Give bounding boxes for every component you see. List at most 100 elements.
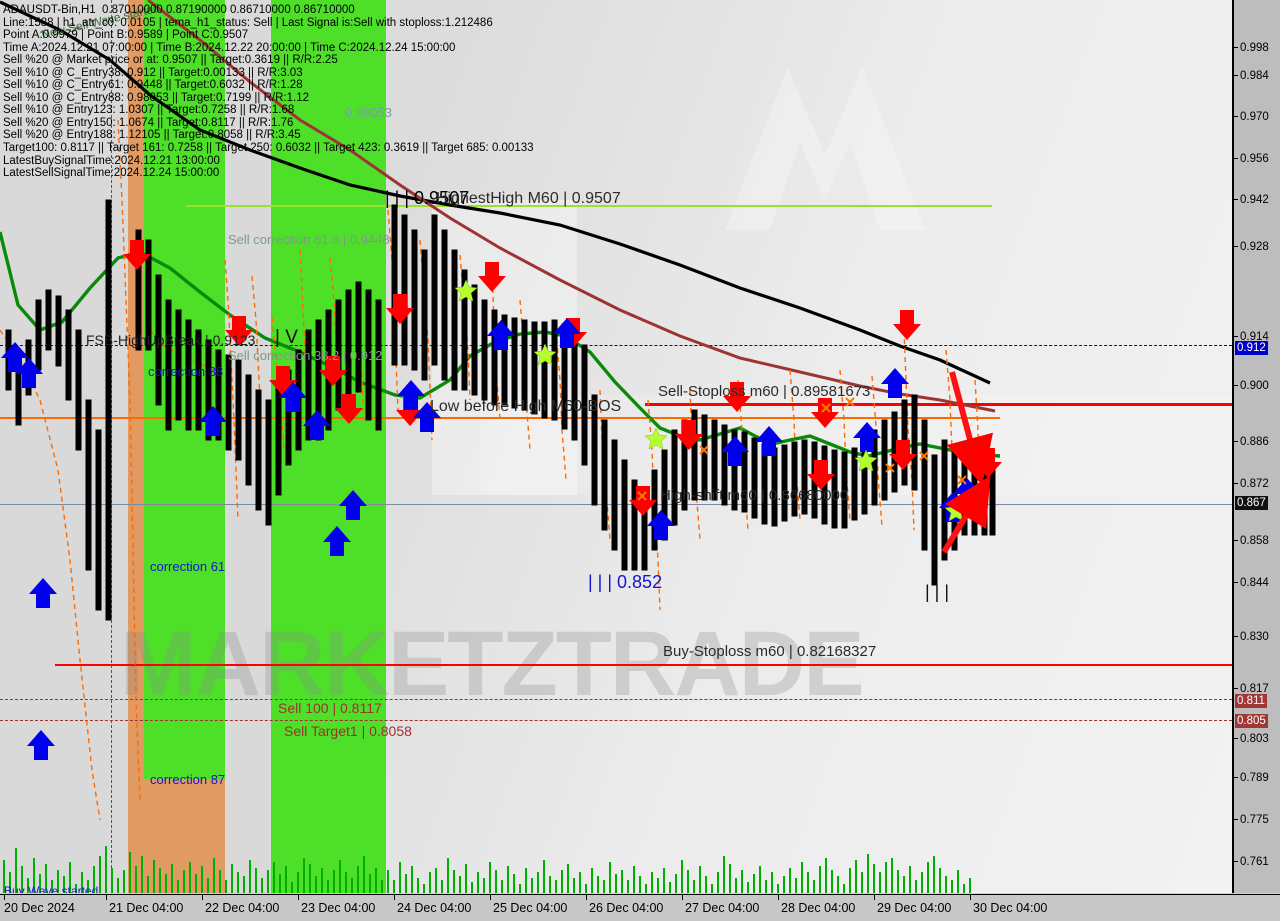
price-tick-label: 0.928 bbox=[1240, 241, 1269, 253]
price-tick-label: 0.858 bbox=[1240, 535, 1269, 547]
chart-info-header: ADAUSDT-Bin,H1 0.87010000 0.87190000 0.8… bbox=[3, 4, 534, 180]
tick-mark bbox=[1234, 636, 1238, 637]
buy-stoploss-m60: Buy-Stoploss m60 | 0.82168327 bbox=[663, 643, 877, 660]
chart-plot-area[interactable]: MARKETZTRADE New Sell Wave started 0.980… bbox=[0, 0, 1233, 893]
sell-100-badge[interactable]: 0.811 bbox=[1235, 694, 1267, 708]
price-tick-label: 0.900 bbox=[1240, 380, 1269, 392]
time-tick-mark bbox=[394, 895, 395, 900]
time-tick-label: 21 Dec 04:00 bbox=[109, 901, 184, 915]
price-tick: 0.900 bbox=[1234, 380, 1280, 392]
price-tick-label: 0.886 bbox=[1240, 436, 1269, 448]
tick-mark bbox=[1234, 441, 1238, 442]
impulse-arrow-down bbox=[946, 371, 994, 486]
time-tick-label: 29 Dec 04:00 bbox=[877, 901, 952, 915]
time-tick-mark bbox=[4, 895, 5, 900]
high-shift-m60: High-shift m60 | 0.86680000 bbox=[660, 487, 849, 504]
time-tick-mark bbox=[490, 895, 491, 900]
time-tick-mark bbox=[298, 895, 299, 900]
price-tick: 0.998 bbox=[1234, 42, 1280, 54]
header-line-5: Sell %10 @ C_Entry38: 0.912 || Target:0.… bbox=[3, 66, 303, 79]
price-tick: 0.872 bbox=[1234, 478, 1280, 490]
price-tick-label: 0.761 bbox=[1240, 856, 1269, 868]
fsb-high-up-break: FSB-HighUpBreak | 0.9123 bbox=[86, 332, 256, 348]
price-tick-label: 0.998 bbox=[1240, 42, 1269, 54]
trading-chart-window: MARKETZTRADE New Sell Wave started 0.980… bbox=[0, 0, 1280, 921]
time-tick-label: 25 Dec 04:00 bbox=[493, 901, 568, 915]
sell-target1: Sell Target1 | 0.8058 bbox=[284, 723, 412, 739]
price-tick-label: 0.970 bbox=[1240, 111, 1269, 123]
header-line-7: Sell %10 @ C_Entry88: 0.98053 || Target:… bbox=[3, 91, 309, 104]
tick-mark bbox=[1234, 158, 1238, 159]
price-tick: 0.928 bbox=[1234, 241, 1280, 253]
header-line-4: Sell %20 @ Market price or at: 0.9507 ||… bbox=[3, 54, 338, 67]
time-tick-label: 20 Dec 2024 bbox=[4, 901, 75, 915]
price-tick: 0.858 bbox=[1234, 535, 1280, 547]
tick-mark bbox=[1234, 688, 1238, 689]
time-tick-mark bbox=[106, 895, 107, 900]
header-line-10: Sell %20 @ Entry188: 1.12105 || Target:0… bbox=[3, 129, 301, 142]
tick-mark bbox=[1234, 47, 1238, 48]
price-tick: 0.942 bbox=[1234, 194, 1280, 206]
price-tick: 0.789 bbox=[1234, 772, 1280, 784]
price-tick: 0.761 bbox=[1234, 856, 1280, 868]
tick-mark bbox=[1234, 199, 1238, 200]
price-tick-label: 0.984 bbox=[1240, 70, 1269, 82]
time-tick-mark bbox=[778, 895, 779, 900]
header-line-2: Point A:0.9979 | Point B:0.9589 | Point … bbox=[3, 29, 249, 42]
tick-mark bbox=[1234, 861, 1238, 862]
header-line-1: Line:1588 | h1_atr_c0: 0.0105 | tema_h1_… bbox=[3, 16, 493, 29]
volume-bars bbox=[3, 846, 971, 893]
price-tick: 0.956 bbox=[1234, 153, 1280, 165]
time-tick-label: 23 Dec 04:00 bbox=[301, 901, 376, 915]
tick-mark bbox=[1234, 738, 1238, 739]
price-tick-label: 0.803 bbox=[1240, 733, 1269, 745]
time-tick-label: 24 Dec 04:00 bbox=[397, 901, 472, 915]
time-tick-label: 30 Dec 04:00 bbox=[973, 901, 1048, 915]
tick-mark bbox=[1234, 246, 1238, 247]
price-tick: 0.970 bbox=[1234, 111, 1280, 123]
low-before-high-m60-bos: Low before High M60-BOS bbox=[430, 398, 622, 415]
time-tick-label: 27 Dec 04:00 bbox=[685, 901, 760, 915]
header-line-11: Target100: 0.8117 || Target 161: 0.7258 … bbox=[3, 142, 534, 155]
tick-mark bbox=[1234, 819, 1238, 820]
time-tick-mark bbox=[970, 895, 971, 900]
time-tick-label: 26 Dec 04:00 bbox=[589, 901, 664, 915]
price-tick-label: 0.942 bbox=[1240, 194, 1269, 206]
last-price-badge[interactable]: 0.867 bbox=[1235, 496, 1268, 510]
tick-mark bbox=[1234, 75, 1238, 76]
sell-correction-382: Sell correction 38.2 | 0.912 bbox=[228, 348, 383, 363]
time-tick-label: 28 Dec 04:00 bbox=[781, 901, 856, 915]
time-tick-mark bbox=[682, 895, 683, 900]
correction-87: correction 87 bbox=[150, 772, 226, 787]
time-tick-mark bbox=[874, 895, 875, 900]
tick-mark bbox=[1234, 385, 1238, 386]
price-axis[interactable]: 0.998 0.984 0.970 0.956 0.942 0.928 0.914 0.900… bbox=[1233, 0, 1280, 893]
time-tick-label: 22 Dec 04:00 bbox=[205, 901, 280, 915]
header-line-8: Sell %10 @ Entry123: 1.0307 || Target:0.… bbox=[3, 104, 295, 117]
bid-price-badge[interactable]: 0.912 bbox=[1235, 341, 1268, 355]
price-tick-label: 0.844 bbox=[1240, 577, 1269, 589]
correction-38: correction 38 bbox=[148, 364, 224, 379]
price-tick: 0.803 bbox=[1234, 733, 1280, 745]
sell-target1-badge[interactable]: 0.805 bbox=[1235, 714, 1268, 728]
sell-correction-618: Sell correction 61.8 | 0.9448 bbox=[228, 232, 390, 247]
time-tick-mark bbox=[586, 895, 587, 900]
tick-mark bbox=[1234, 116, 1238, 117]
tick-mark bbox=[1234, 540, 1238, 541]
price-tick-label: 0.830 bbox=[1240, 631, 1269, 643]
low-marker-right: | | | bbox=[925, 582, 950, 602]
tick-mark bbox=[1234, 483, 1238, 484]
low-v-marker: | V bbox=[275, 327, 298, 348]
price-tick-label: 0.872 bbox=[1240, 478, 1269, 490]
price-tick: 0.775 bbox=[1234, 814, 1280, 826]
tick-mark bbox=[1234, 777, 1238, 778]
price-tick: 0.886 bbox=[1234, 436, 1280, 448]
header-line-9: Sell %20 @ Entry150: 1.0674 || Target:0.… bbox=[3, 116, 294, 129]
tick-mark bbox=[1234, 336, 1238, 337]
low-price-tag: | | | 0.852 bbox=[588, 572, 663, 592]
sell-stoploss-m60: Sell-Stoploss m60 | 0.89581673 bbox=[658, 383, 871, 400]
header-line-12: LatestBuySignalTime:2024.12.21 13:00:00 bbox=[3, 154, 220, 167]
header-line-3: Time A:2024.12.21 07:00:00 | Time B:2024… bbox=[3, 41, 456, 54]
time-tick-mark bbox=[202, 895, 203, 900]
time-axis[interactable]: 20 Dec 2024 21 Dec 04:00 22 Dec 04:00 23 De… bbox=[0, 894, 1280, 921]
